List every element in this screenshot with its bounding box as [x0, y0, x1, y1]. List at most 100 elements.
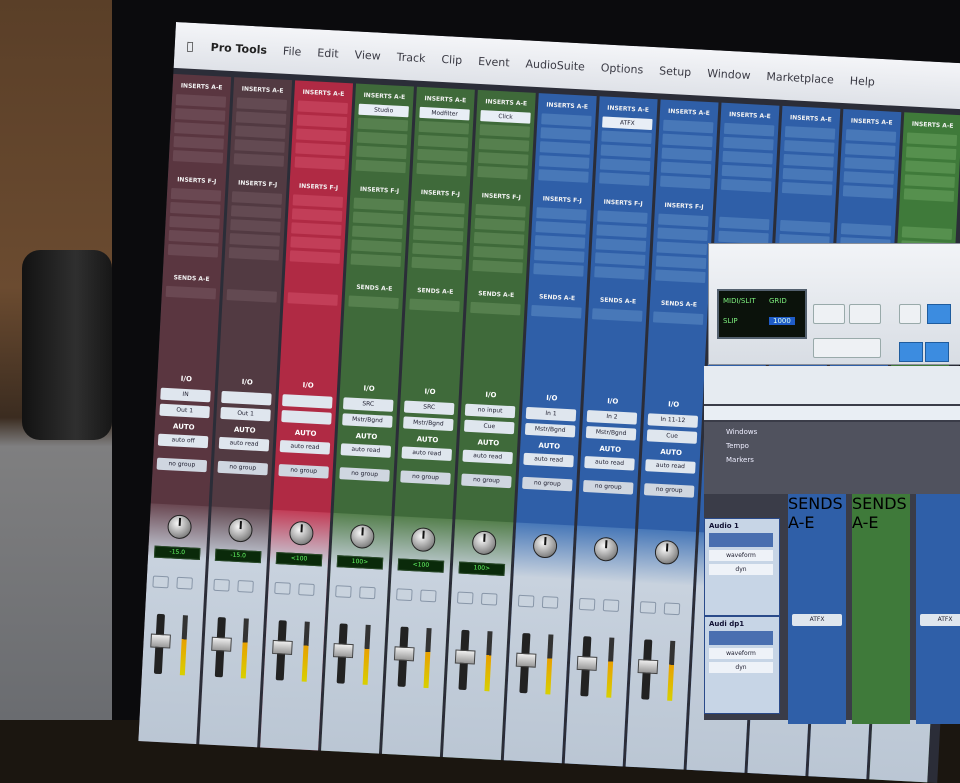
insert-slot[interactable] — [538, 169, 589, 183]
insert-slot[interactable] — [903, 188, 955, 202]
output-selector[interactable]: Out 1 — [220, 406, 271, 422]
insert-slot[interactable] — [169, 215, 220, 230]
tab-to-transient-button[interactable] — [925, 342, 949, 362]
mute-button[interactable] — [359, 586, 376, 600]
solo-button[interactable] — [152, 575, 169, 589]
mute-button[interactable] — [663, 602, 681, 616]
insert-slot[interactable] — [412, 228, 464, 243]
strip-io-box[interactable]: ATFX — [920, 614, 960, 626]
insert-slot[interactable] — [840, 223, 892, 237]
menu-help[interactable]: Help — [849, 74, 875, 88]
track-name[interactable]: Audi dp1 — [709, 620, 775, 628]
insert-slot[interactable] — [842, 185, 894, 199]
output-selector[interactable]: Mstr/Bgnd — [585, 426, 637, 441]
volume-fader-cap[interactable] — [393, 646, 415, 662]
volume-fader-cap[interactable] — [637, 659, 659, 675]
insert-slot[interactable] — [905, 146, 957, 161]
insert-slot[interactable] — [536, 207, 587, 221]
insert-slot[interactable] — [540, 127, 591, 141]
insert-slot[interactable] — [594, 252, 646, 266]
menu-options[interactable]: Options — [601, 61, 644, 76]
send-slot[interactable] — [165, 285, 217, 300]
insert-slot[interactable] — [660, 161, 712, 176]
insert-slot[interactable] — [475, 203, 526, 218]
insert-slot[interactable] — [233, 153, 285, 167]
insert-slot[interactable] — [356, 131, 408, 146]
insert-slot[interactable] — [655, 269, 706, 284]
menu-setup[interactable]: Setup — [659, 64, 692, 79]
menu-track[interactable]: Track — [396, 50, 425, 64]
insert-slot[interactable] — [351, 239, 402, 254]
insert-slot[interactable] — [235, 125, 286, 139]
insert-slot[interactable] — [418, 120, 470, 135]
insert-slot[interactable] — [289, 250, 341, 264]
insert-plugin-name[interactable]: ATFX — [602, 116, 653, 131]
insert-slot[interactable] — [658, 213, 709, 228]
group-selector[interactable]: no group — [339, 467, 390, 482]
mute-button[interactable] — [176, 576, 193, 590]
insert-slot[interactable] — [534, 249, 585, 263]
insert-slot[interactable] — [904, 174, 955, 188]
menu-event[interactable]: Event — [478, 54, 510, 69]
strip-io-box[interactable]: ATFX — [792, 614, 842, 626]
input-selector[interactable]: In 2 — [586, 410, 638, 425]
insert-slot[interactable] — [541, 113, 592, 127]
insert-slot[interactable] — [601, 130, 652, 145]
volume-fader-cap[interactable] — [576, 655, 598, 671]
insert-slot[interactable] — [294, 156, 346, 171]
mute-button[interactable] — [541, 595, 559, 609]
automation-mode[interactable]: auto read — [645, 459, 696, 474]
insert-slot[interactable] — [472, 259, 523, 274]
insert-slot[interactable] — [228, 247, 280, 261]
mute-button[interactable] — [602, 599, 620, 612]
insert-slot[interactable] — [353, 197, 404, 212]
group-selector[interactable]: no group — [278, 463, 329, 479]
insert-slot[interactable] — [295, 142, 346, 157]
pan-knob[interactable] — [349, 523, 375, 550]
insert-slot[interactable] — [662, 133, 713, 148]
insert-slot[interactable] — [174, 108, 226, 122]
insert-slot[interactable] — [535, 221, 587, 235]
insert-slot[interactable] — [175, 94, 227, 108]
solo-button[interactable] — [517, 594, 535, 608]
insert-slot[interactable] — [474, 217, 526, 232]
insert-slot[interactable] — [356, 145, 407, 160]
insert-slot[interactable] — [782, 167, 834, 182]
group-selector[interactable]: no group — [217, 460, 269, 476]
pan-knob[interactable] — [288, 520, 315, 546]
pan-knob[interactable] — [410, 527, 436, 553]
insert-slot[interactable] — [905, 160, 956, 174]
insert-slot[interactable] — [235, 111, 287, 125]
insert-slot[interactable] — [845, 129, 897, 143]
insert-slot[interactable] — [599, 158, 651, 173]
insert-slot[interactable] — [718, 216, 770, 231]
hand-tool-button[interactable] — [899, 304, 921, 324]
pan-knob[interactable] — [532, 533, 558, 559]
insert-slot[interactable] — [174, 122, 225, 136]
insert-slot[interactable] — [844, 143, 896, 157]
insert-slot[interactable] — [662, 119, 714, 134]
insert-plugin-name[interactable]: Click — [480, 110, 531, 124]
group-selector[interactable]: no group — [582, 479, 634, 495]
insert-slot[interactable] — [479, 124, 531, 138]
input-selector[interactable]: SRC — [403, 400, 455, 416]
group-selector[interactable]: no group — [522, 476, 573, 492]
edit-mode-display[interactable]: MIDI/SLIT GRID SLIP 1000 — [717, 289, 807, 339]
automation-mode[interactable]: auto read — [340, 443, 392, 458]
solo-button[interactable] — [456, 591, 474, 605]
send-slot[interactable] — [652, 311, 704, 325]
insert-slot[interactable] — [723, 122, 775, 137]
automation-mode[interactable]: auto read — [401, 446, 453, 462]
trim-tool-button[interactable] — [849, 304, 881, 324]
pan-knob[interactable] — [471, 530, 497, 556]
insert-slot[interactable] — [230, 205, 282, 219]
insert-slot[interactable] — [844, 157, 895, 171]
solo-button[interactable] — [274, 581, 291, 595]
selector-tool-button[interactable] — [927, 304, 951, 324]
solo-button[interactable] — [639, 601, 657, 614]
insert-slot[interactable] — [167, 243, 219, 258]
insert-slot[interactable] — [234, 139, 285, 153]
insert-slot[interactable] — [231, 191, 283, 205]
input-selector[interactable]: In 11-12 — [647, 413, 699, 428]
insert-slot[interactable] — [296, 114, 348, 129]
